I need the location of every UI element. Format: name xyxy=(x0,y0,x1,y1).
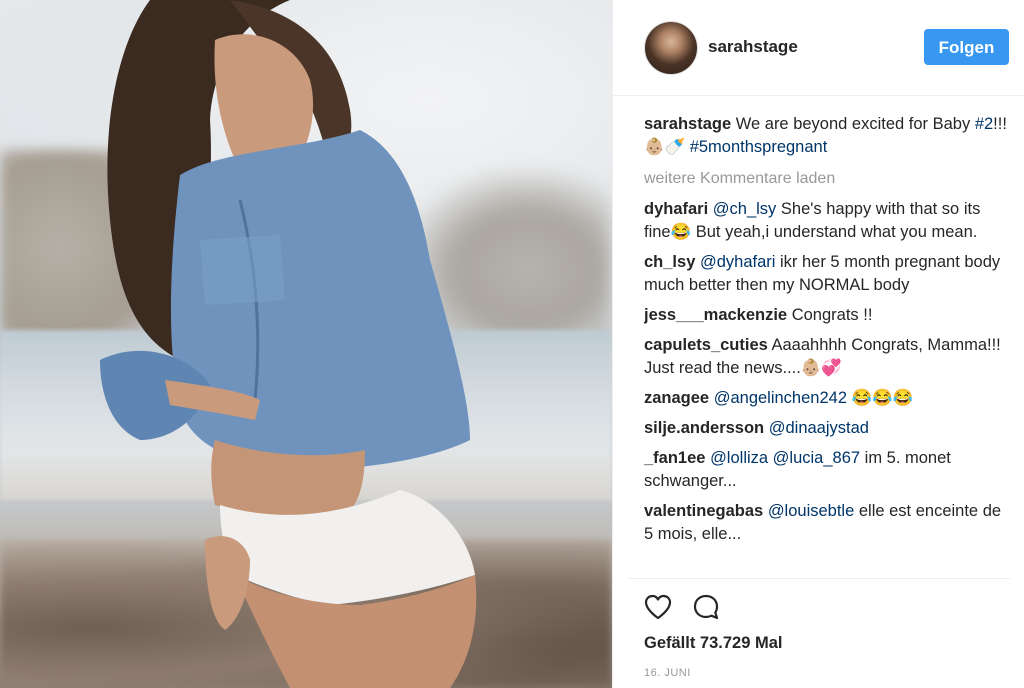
post-date[interactable]: 16. JUNI xyxy=(644,667,691,679)
heart-outline-icon[interactable] xyxy=(643,592,673,622)
avatar[interactable] xyxy=(644,21,698,75)
caption-text-1: We are beyond excited for Baby xyxy=(731,115,975,133)
post-photo[interactable] xyxy=(0,0,612,688)
comment-username[interactable]: valentinegabas xyxy=(644,502,763,520)
comment-mention[interactable]: @louisebtle xyxy=(768,502,854,520)
comment-item: capulets_cuties Aaaahhhh Congrats, Mamma… xyxy=(644,334,1009,380)
comment-username[interactable]: jess___mackenzie xyxy=(644,306,787,324)
post-header: sarahstage Folgen xyxy=(613,0,1024,96)
comment-username[interactable]: zanagee xyxy=(644,389,709,407)
comment-mention[interactable]: @dyhafari xyxy=(700,253,775,271)
comment-item: zanagee @angelinchen242 😂😂😂 xyxy=(644,387,1009,410)
caption-username[interactable]: sarahstage xyxy=(644,115,731,133)
instagram-post-view: sarahstage Folgen sarahstage We are beyo… xyxy=(0,0,1024,688)
comment-item: _fan1ee @lolliza @lucia_867 im 5. monet … xyxy=(644,447,1009,493)
comment-username[interactable]: ch_lsy xyxy=(644,253,695,271)
likes-count[interactable]: Gefällt 73.729 Mal xyxy=(644,634,783,653)
comment-mention[interactable]: @lolliza @lucia_867 xyxy=(710,449,860,467)
comments-list[interactable]: sarahstage We are beyond excited for Bab… xyxy=(644,113,1009,578)
post-caption: sarahstage We are beyond excited for Bab… xyxy=(644,113,1009,159)
comment-item: valentinegabas @louisebtle elle est ence… xyxy=(644,500,1009,546)
comment-item: dyhafari @ch_lsy She's happy with that s… xyxy=(644,198,1009,244)
comment-username[interactable]: capulets_cuties xyxy=(644,336,768,354)
caption-hashtag-2[interactable]: #5monthspregnant xyxy=(690,138,828,156)
comment-item: ch_lsy @dyhafari ikr her 5 month pregnan… xyxy=(644,251,1009,297)
caption-hashtag-1[interactable]: #2 xyxy=(975,115,993,133)
comment-mention[interactable]: @ch_lsy xyxy=(713,200,777,218)
comment-text: 😂😂😂 xyxy=(847,389,914,407)
post-side-panel: sarahstage Folgen sarahstage We are beyo… xyxy=(612,0,1024,688)
post-actions xyxy=(643,592,721,622)
header-username[interactable]: sarahstage xyxy=(708,37,798,57)
comment-item: silje.andersson @dinaajystad xyxy=(644,417,1009,440)
comment-text: ikr her 5 month pregnant body much bette… xyxy=(644,253,1001,294)
comment-text: Congrats !! xyxy=(787,306,873,324)
load-more-comments-link[interactable]: weitere Kommentare laden xyxy=(644,168,1009,190)
comment-item: jess___mackenzie Congrats !! xyxy=(644,304,1009,327)
comment-mention[interactable]: @dinaajystad xyxy=(769,419,869,437)
speech-bubble-icon[interactable] xyxy=(691,592,721,622)
comment-username[interactable]: silje.andersson xyxy=(644,419,764,437)
photo-figure xyxy=(100,0,477,688)
actions-divider xyxy=(628,578,1010,579)
follow-button[interactable]: Folgen xyxy=(924,29,1009,65)
comment-mention[interactable]: @angelinchen242 xyxy=(714,389,847,407)
comment-username[interactable]: dyhafari xyxy=(644,200,708,218)
comment-username[interactable]: _fan1ee xyxy=(644,449,705,467)
